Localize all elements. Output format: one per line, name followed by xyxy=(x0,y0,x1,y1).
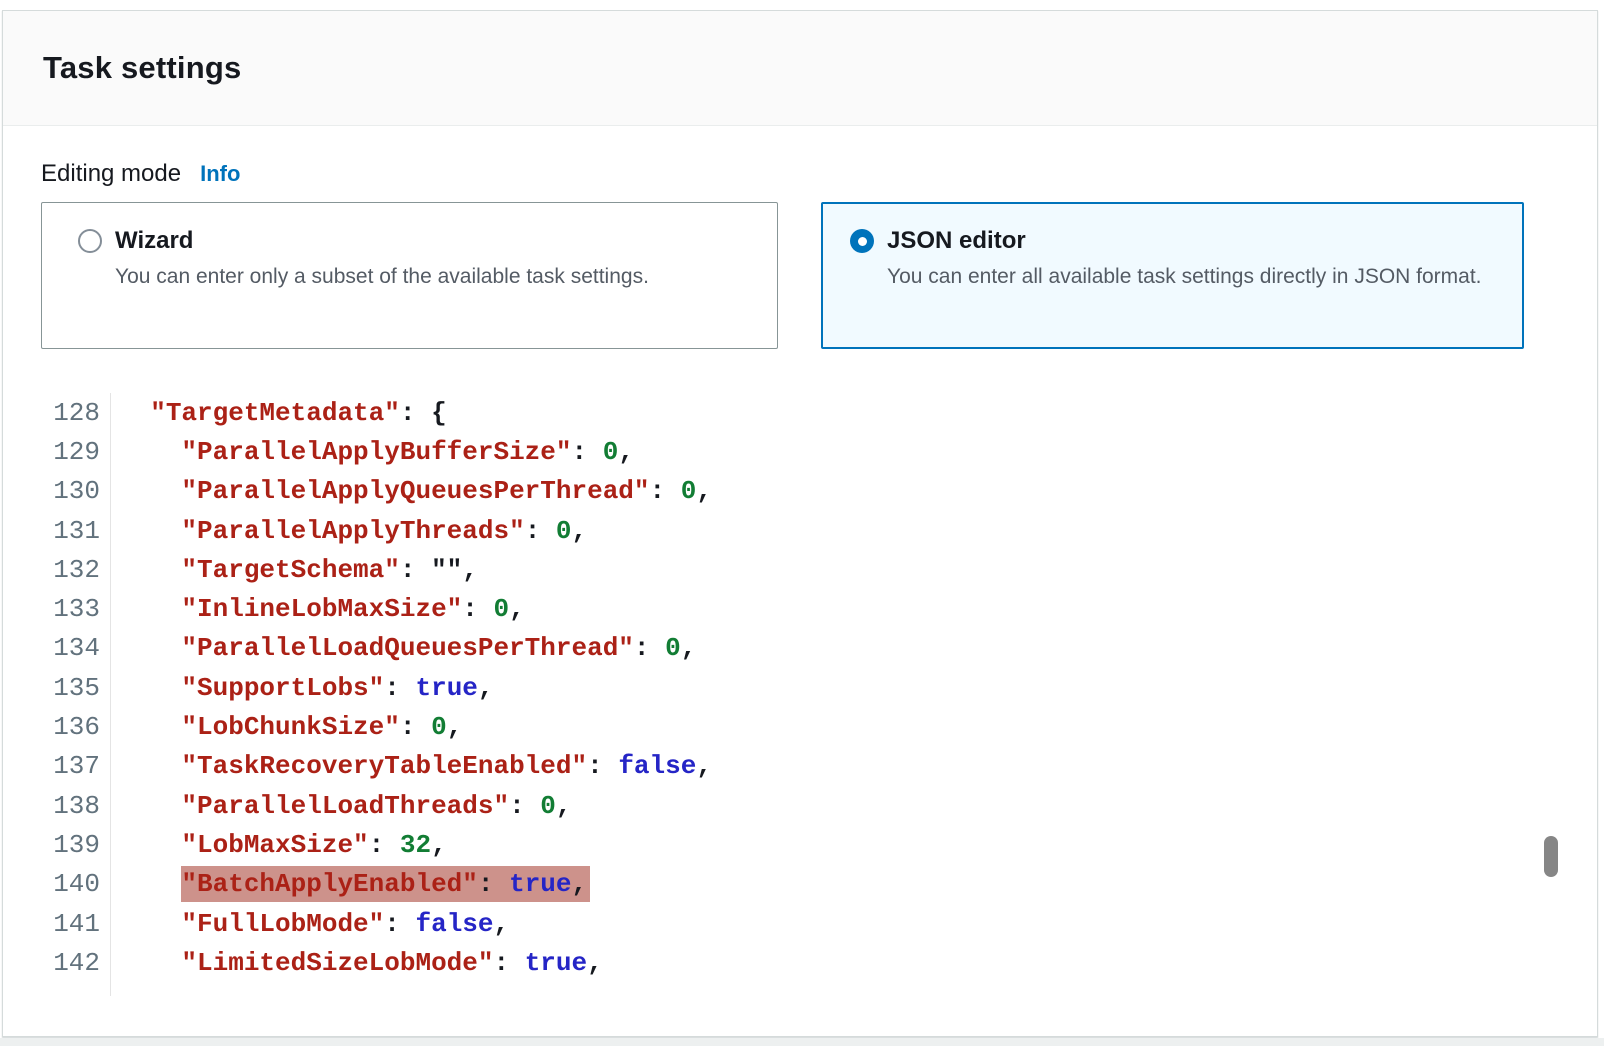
option-text: JSON editor You can enter all available … xyxy=(887,227,1482,293)
code-line-text: "TargetMetadata": { xyxy=(119,398,447,428)
editing-mode-options: Wizard You can enter only a subset of th… xyxy=(41,202,1559,349)
editing-mode-row: Editing mode Info xyxy=(41,160,1559,188)
code-line[interactable]: 137 "TaskRecoveryTableEnabled": false, xyxy=(3,747,1559,786)
option-title: Wizard xyxy=(115,227,649,255)
code-tokens: "ParallelApplyBufferSize": 0, xyxy=(181,437,634,467)
editing-mode-label: Editing mode xyxy=(41,160,181,188)
code-tokens: "TaskRecoveryTableEnabled": false, xyxy=(181,751,712,781)
line-number: 141 xyxy=(3,909,100,939)
code-tokens: "ParallelApplyQueuesPerThread": 0, xyxy=(181,476,712,506)
code-line-text: "ParallelApplyQueuesPerThread": 0, xyxy=(119,476,712,506)
gutter-separator xyxy=(100,511,111,550)
code-line-text: "BatchApplyEnabled": true, xyxy=(119,869,590,899)
info-link[interactable]: Info xyxy=(200,161,240,187)
panel-header: Task settings xyxy=(3,11,1597,126)
code-tokens: "TargetMetadata": { xyxy=(150,398,446,428)
code-line-text: "SupportLobs": true, xyxy=(119,673,494,703)
gutter-separator xyxy=(100,589,111,628)
gutter-separator xyxy=(100,472,111,511)
panel-body: Editing mode Info Wizard You can enter o… xyxy=(3,160,1597,996)
line-number: 139 xyxy=(3,830,100,860)
code-line-text: "ParallelApplyThreads": 0, xyxy=(119,516,587,546)
code-tokens: "TargetSchema": "", xyxy=(181,555,477,585)
gutter-separator xyxy=(100,432,111,471)
gutter-separator xyxy=(100,393,111,432)
line-number: 131 xyxy=(3,516,100,546)
code-line[interactable]: 132 "TargetSchema": "", xyxy=(3,550,1559,589)
code-line[interactable]: 141 "FullLobMode": false, xyxy=(3,904,1559,943)
code-tokens: "InlineLobMaxSize": 0, xyxy=(181,594,524,624)
code-line[interactable]: 133 "InlineLobMaxSize": 0, xyxy=(3,589,1559,628)
code-line-text: "InlineLobMaxSize": 0, xyxy=(119,594,525,624)
code-line-text: "TargetSchema": "", xyxy=(119,555,478,585)
line-number: 132 xyxy=(3,555,100,585)
gutter-separator xyxy=(100,550,111,589)
option-card-json-editor[interactable]: JSON editor You can enter all available … xyxy=(821,202,1524,349)
code-line-text: "TaskRecoveryTableEnabled": false, xyxy=(119,751,712,781)
gutter-separator xyxy=(100,865,111,904)
gutter-separator xyxy=(100,943,111,982)
code-line[interactable]: 131 "ParallelApplyThreads": 0, xyxy=(3,511,1559,550)
code-line[interactable]: 135 "SupportLobs": true, xyxy=(3,668,1559,707)
code-line-text: "ParallelApplyBufferSize": 0, xyxy=(119,437,634,467)
line-number: 136 xyxy=(3,712,100,742)
code-line[interactable]: 139 "LobMaxSize": 32, xyxy=(3,825,1559,864)
option-card-wizard[interactable]: Wizard You can enter only a subset of th… xyxy=(41,202,778,349)
line-number: 134 xyxy=(3,633,100,663)
line-number: 128 xyxy=(3,398,100,428)
option-description: You can enter all available task setting… xyxy=(887,260,1482,293)
scrollbar-thumb[interactable] xyxy=(1544,836,1558,877)
code-line-text: "ParallelLoadQueuesPerThread": 0, xyxy=(119,633,696,663)
code-line[interactable]: 130 "ParallelApplyQueuesPerThread": 0, xyxy=(3,472,1559,511)
code-line[interactable]: 134 "ParallelLoadQueuesPerThread": 0, xyxy=(3,629,1559,668)
code-line-text: "FullLobMode": false, xyxy=(119,909,509,939)
code-tokens: "LimitedSizeLobMode": true, xyxy=(181,948,602,978)
code-line[interactable]: 142 "LimitedSizeLobMode": true, xyxy=(3,943,1559,982)
line-number: 138 xyxy=(3,791,100,821)
panel-title: Task settings xyxy=(43,50,241,86)
code-line[interactable]: 129 "ParallelApplyBufferSize": 0, xyxy=(3,432,1559,471)
option-description: You can enter only a subset of the avail… xyxy=(115,260,649,293)
code-line-text: "LimitedSizeLobMode": true, xyxy=(119,948,603,978)
gutter-extension xyxy=(3,982,1559,996)
code-line-text: "LobMaxSize": 32, xyxy=(119,830,447,860)
task-settings-panel: Task settings Editing mode Info Wizard Y… xyxy=(2,10,1598,1037)
code-tokens: "ParallelLoadThreads": 0, xyxy=(181,791,571,821)
radio-dot xyxy=(858,237,867,246)
code-line[interactable]: 128 "TargetMetadata": { xyxy=(3,393,1559,432)
code-line[interactable]: 138 "ParallelLoadThreads": 0, xyxy=(3,786,1559,825)
code-line-text: "LobChunkSize": 0, xyxy=(119,712,462,742)
gutter-separator xyxy=(100,629,111,668)
code-tokens: "ParallelApplyThreads": 0, xyxy=(181,516,587,546)
code-tokens: "SupportLobs": true, xyxy=(181,673,493,703)
option-text: Wizard You can enter only a subset of th… xyxy=(115,227,649,293)
line-number: 133 xyxy=(3,594,100,624)
line-number: 135 xyxy=(3,673,100,703)
gutter-separator xyxy=(100,825,111,864)
line-number: 142 xyxy=(3,948,100,978)
code-tokens: "ParallelLoadQueuesPerThread": 0, xyxy=(181,633,696,663)
highlighted-code: "BatchApplyEnabled": true, xyxy=(181,866,590,902)
option-title: JSON editor xyxy=(887,227,1482,255)
radio-button-json-editor[interactable] xyxy=(850,229,874,253)
line-number: 129 xyxy=(3,437,100,467)
gutter-separator xyxy=(100,904,111,943)
code-line-text: "ParallelLoadThreads": 0, xyxy=(119,791,572,821)
code-tokens: "LobChunkSize": 0, xyxy=(181,712,462,742)
line-number: 130 xyxy=(3,476,100,506)
code-tokens: "LobMaxSize": 32, xyxy=(181,830,446,860)
code-line[interactable]: 136 "LobChunkSize": 0, xyxy=(3,707,1559,746)
gutter-separator xyxy=(100,747,111,786)
gutter-separator xyxy=(100,668,111,707)
code-line[interactable]: 140 "BatchApplyEnabled": true, xyxy=(3,865,1559,904)
gutter-separator xyxy=(100,707,111,746)
gutter-separator xyxy=(100,786,111,825)
code-editor[interactable]: 128 "TargetMetadata": {129 "ParallelAppl… xyxy=(3,393,1559,996)
radio-button-wizard[interactable] xyxy=(78,229,102,253)
bottom-strip xyxy=(0,1038,1604,1046)
code-tokens: "FullLobMode": false, xyxy=(181,909,509,939)
line-number: 137 xyxy=(3,751,100,781)
line-number: 140 xyxy=(3,869,100,899)
